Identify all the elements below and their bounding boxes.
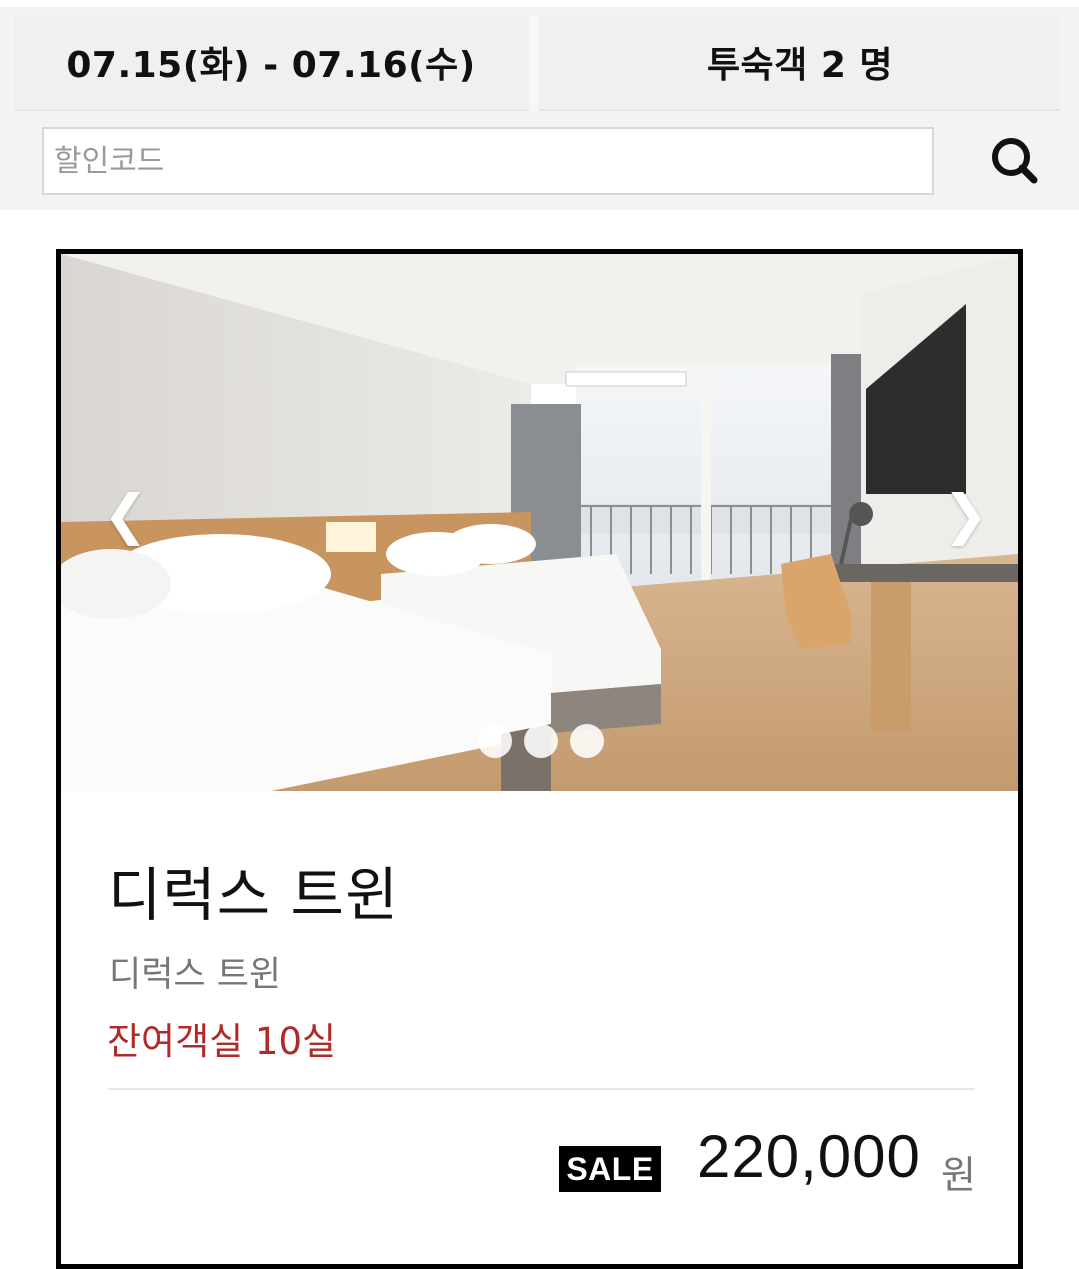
- room-price: 220,000: [697, 1123, 921, 1190]
- room-card: ❮ ❯ 디럭스 트윈 디럭스 트윈 잔여객실 10실 SALE 220,000 …: [56, 249, 1023, 1269]
- search-button[interactable]: [984, 130, 1044, 190]
- card-divider: [108, 1088, 975, 1090]
- guest-count-text: 투숙객 2 명: [706, 45, 894, 86]
- slider-pagination: [478, 724, 604, 758]
- guest-count-selector[interactable]: 투숙객 2 명: [540, 15, 1060, 111]
- price-currency: 원: [941, 1153, 976, 1197]
- discount-code-input[interactable]: [42, 127, 934, 195]
- search-icon: [992, 138, 1038, 184]
- slider-prev-button[interactable]: ❮: [103, 488, 148, 542]
- room-subtitle: 디럭스 트윈: [109, 955, 282, 995]
- slider-dot-3[interactable]: [570, 724, 604, 758]
- booking-header: 07.15(화) - 07.16(수) 투숙객 2 명: [0, 0, 1079, 210]
- room-title: 디럭스 트윈: [108, 861, 400, 929]
- remaining-rooms: 잔여객실 10실: [107, 1020, 337, 1063]
- slider-dot-2[interactable]: [524, 724, 558, 758]
- chevron-left-icon: ❮: [103, 483, 149, 546]
- date-range-selector[interactable]: 07.15(화) - 07.16(수): [14, 15, 528, 111]
- room-photo: [61, 254, 1018, 791]
- date-range-text: 07.15(화) - 07.16(수): [66, 45, 476, 86]
- top-strip: [0, 0, 1079, 7]
- sale-badge: SALE: [559, 1146, 661, 1192]
- selector-divider: [530, 15, 538, 111]
- room-image-slider[interactable]: ❮ ❯: [61, 254, 1018, 791]
- chevron-right-icon: ❯: [943, 483, 989, 546]
- slider-next-button[interactable]: ❯: [943, 488, 988, 542]
- slider-dot-1[interactable]: [478, 724, 512, 758]
